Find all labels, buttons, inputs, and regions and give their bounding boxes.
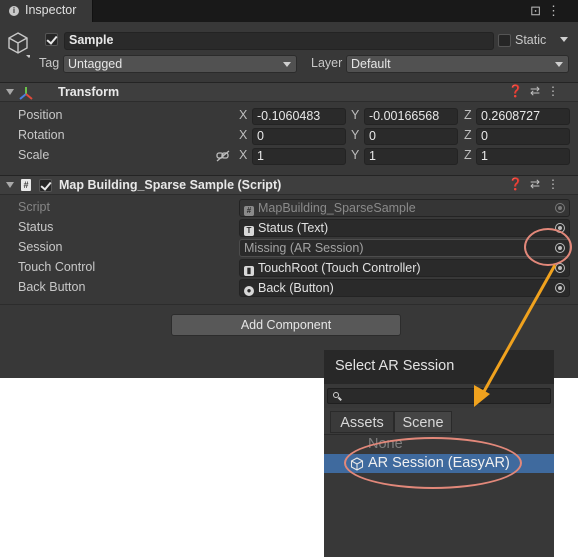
menu-icon[interactable]: ⋮ bbox=[547, 177, 566, 191]
chevron-down-icon bbox=[283, 62, 291, 67]
tab-scene[interactable]: Scene bbox=[394, 411, 452, 433]
tab-assets[interactable]: Assets bbox=[330, 411, 394, 433]
rotation-label: Rotation bbox=[18, 128, 65, 142]
text-icon: T bbox=[244, 226, 254, 236]
static-checkbox[interactable] bbox=[498, 34, 511, 47]
button-icon: ● bbox=[244, 286, 254, 296]
settings-icon[interactable]: ⇄ bbox=[530, 84, 547, 98]
info-icon: i bbox=[9, 6, 19, 16]
tab-inspector-label: Inspector bbox=[25, 3, 77, 17]
script-icon: # bbox=[244, 206, 254, 216]
script-field-label: Script bbox=[18, 200, 50, 214]
axis-x-label[interactable]: X bbox=[239, 128, 247, 142]
tag-value: Untagged bbox=[68, 57, 123, 71]
script-component-title: Map Building_Sparse Sample (Script) bbox=[59, 178, 282, 192]
help-icon[interactable]: ❓ bbox=[508, 84, 530, 98]
axis-z-label[interactable]: Z bbox=[464, 128, 472, 142]
scale-z-field[interactable]: 1 bbox=[476, 148, 570, 165]
back-button-field-value: Back (Button) bbox=[258, 281, 334, 295]
script-enabled-checkbox[interactable] bbox=[39, 179, 52, 192]
highlight-ellipse-selection bbox=[344, 437, 522, 489]
layer-dropdown[interactable]: Default bbox=[346, 55, 569, 73]
foldout-icon[interactable] bbox=[6, 89, 14, 95]
script-icon: # bbox=[21, 179, 31, 191]
position-z-field[interactable]: 0.2608727 bbox=[476, 108, 570, 125]
chevron-down-icon bbox=[555, 62, 563, 67]
annotation-arrow bbox=[474, 264, 557, 407]
position-y-field[interactable]: -0.00166568 bbox=[364, 108, 458, 125]
menu-icon[interactable]: ⋮ bbox=[547, 84, 566, 98]
position-x-field[interactable]: -0.1060483 bbox=[252, 108, 346, 125]
touch-control-field-value: TouchRoot (Touch Controller) bbox=[258, 261, 421, 275]
script-header-icons: ❓⇄⋮ bbox=[508, 177, 566, 191]
transform-header-icons: ❓⇄⋮ bbox=[508, 84, 566, 98]
tab-inspector[interactable]: i Inspector bbox=[0, 0, 93, 22]
menu-icon[interactable]: ⋮ bbox=[547, 3, 566, 18]
script-field-value: MapBuilding_SparseSample bbox=[258, 201, 416, 215]
axis-z-label[interactable]: Z bbox=[464, 148, 472, 162]
axis-y-label[interactable]: Y bbox=[351, 148, 359, 162]
scale-label: Scale bbox=[18, 148, 50, 162]
touch-control-field-label: Touch Control bbox=[18, 260, 96, 274]
script-field: # MapBuilding_SparseSample bbox=[239, 199, 570, 217]
gameobject-name-field[interactable]: Sample bbox=[64, 32, 494, 50]
axis-y-label[interactable]: Y bbox=[351, 128, 359, 142]
tab-actions: ⊡⋮ bbox=[530, 3, 566, 19]
rotation-y-field[interactable]: 0 bbox=[364, 128, 458, 145]
inspector-tab-bar: i Inspector ⊡⋮ bbox=[0, 0, 578, 22]
gameobject-active-checkbox[interactable] bbox=[45, 33, 58, 46]
link-icon[interactable] bbox=[216, 150, 230, 162]
static-label: Static bbox=[515, 33, 547, 47]
selector-title: Select AR Session bbox=[335, 358, 455, 374]
transform-axes-icon bbox=[19, 87, 33, 100]
transform-header[interactable]: Transform ❓⇄⋮ bbox=[0, 82, 578, 102]
status-field[interactable]: T Status (Text) bbox=[239, 219, 570, 237]
add-component-button[interactable]: Add Component bbox=[171, 314, 401, 336]
lock-icon[interactable]: ⊡ bbox=[530, 3, 547, 18]
transform-title: Transform bbox=[58, 85, 120, 99]
settings-icon[interactable]: ⇄ bbox=[530, 177, 547, 191]
position-label: Position bbox=[18, 108, 63, 122]
back-button-field-label: Back Button bbox=[18, 280, 86, 294]
help-icon[interactable]: ❓ bbox=[508, 177, 530, 191]
axis-y-label[interactable]: Y bbox=[351, 108, 359, 122]
status-field-value: Status (Text) bbox=[258, 221, 329, 235]
layer-label: Layer bbox=[311, 56, 343, 70]
rotation-x-field[interactable]: 0 bbox=[252, 128, 346, 145]
static-dropdown-caret[interactable] bbox=[560, 37, 568, 42]
session-field-label: Session bbox=[18, 240, 63, 254]
axis-x-label[interactable]: X bbox=[239, 108, 247, 122]
search-icon bbox=[333, 392, 339, 398]
axis-x-label[interactable]: X bbox=[239, 148, 247, 162]
scale-x-field[interactable]: 1 bbox=[252, 148, 346, 165]
tag-label: Tag bbox=[39, 56, 60, 70]
object-picker-icon bbox=[555, 203, 565, 213]
tag-dropdown[interactable]: Untagged bbox=[63, 55, 297, 73]
scale-y-field[interactable]: 1 bbox=[364, 148, 458, 165]
foldout-icon[interactable] bbox=[6, 182, 14, 188]
status-field-label: Status bbox=[18, 220, 54, 234]
session-field-value: Missing (AR Session) bbox=[244, 241, 364, 255]
script-component-header[interactable]: # Map Building_Sparse Sample (Script) ❓⇄… bbox=[0, 175, 578, 195]
gameobject-cube-icon bbox=[8, 32, 30, 58]
rotation-z-field[interactable]: 0 bbox=[476, 128, 570, 145]
axis-z-label[interactable]: Z bbox=[464, 108, 472, 122]
touch-icon: ▮ bbox=[244, 266, 254, 276]
layer-value: Default bbox=[351, 57, 391, 71]
